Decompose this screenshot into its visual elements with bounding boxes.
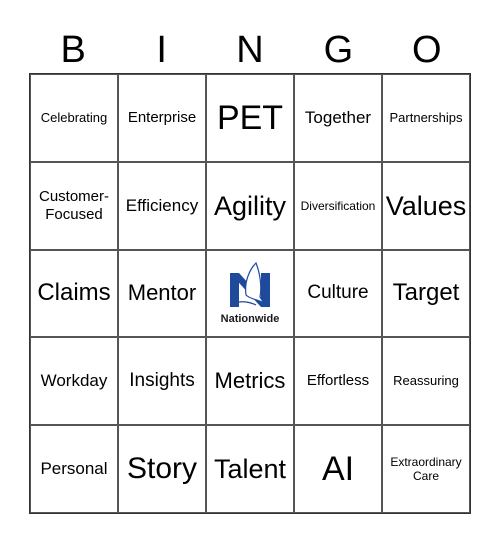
bingo-grid: Celebrating Enterprise PET Together Part… <box>29 73 471 514</box>
bingo-cell[interactable]: Partnerships <box>382 74 470 162</box>
header-letter-n: N <box>236 29 264 71</box>
bingo-cell[interactable]: Story <box>118 425 206 513</box>
header-letter-g: G <box>323 29 354 71</box>
bingo-cell[interactable]: Customer-Focused <box>30 161 118 250</box>
header-letter-o: O <box>412 29 442 71</box>
nationwide-eagle-icon <box>230 261 270 307</box>
bingo-cell[interactable]: Culture <box>294 249 382 338</box>
bingo-cell[interactable]: Together <box>294 74 382 162</box>
bingo-cell[interactable]: Agility <box>206 161 294 250</box>
bingo-cell[interactable]: AI <box>294 425 382 513</box>
bingo-cell[interactable]: Claims <box>30 249 118 338</box>
header-letter-b: B <box>60 29 86 71</box>
bingo-cell[interactable]: Insights <box>118 337 206 426</box>
header-letter-i: I <box>156 29 167 71</box>
bingo-cell[interactable]: Diversification <box>294 161 382 250</box>
bingo-cell[interactable]: Celebrating <box>30 74 118 162</box>
bingo-cell[interactable]: Target <box>382 249 470 338</box>
bingo-cell[interactable]: Workday <box>30 337 118 426</box>
bingo-cell[interactable]: Enterprise <box>118 74 206 162</box>
bingo-cell[interactable]: Mentor <box>118 249 206 338</box>
bingo-cell[interactable]: PET <box>206 74 294 162</box>
nationwide-logo-text: Nationwide <box>220 312 280 325</box>
bingo-cell[interactable]: Talent <box>206 425 294 513</box>
bingo-cell[interactable]: Efficiency <box>118 161 206 250</box>
bingo-cell[interactable]: Effortless <box>294 337 382 426</box>
bingo-cell[interactable]: Metrics <box>206 337 294 426</box>
bingo-cell[interactable]: Extraordinary Care <box>382 425 470 513</box>
bingo-header: B I N G O <box>29 28 471 73</box>
bingo-cell[interactable]: Personal <box>30 425 118 513</box>
free-space-logo: Nationwide <box>206 249 294 338</box>
bingo-cell[interactable]: Values <box>382 161 470 250</box>
bingo-cell[interactable]: Reassuring <box>382 337 470 426</box>
